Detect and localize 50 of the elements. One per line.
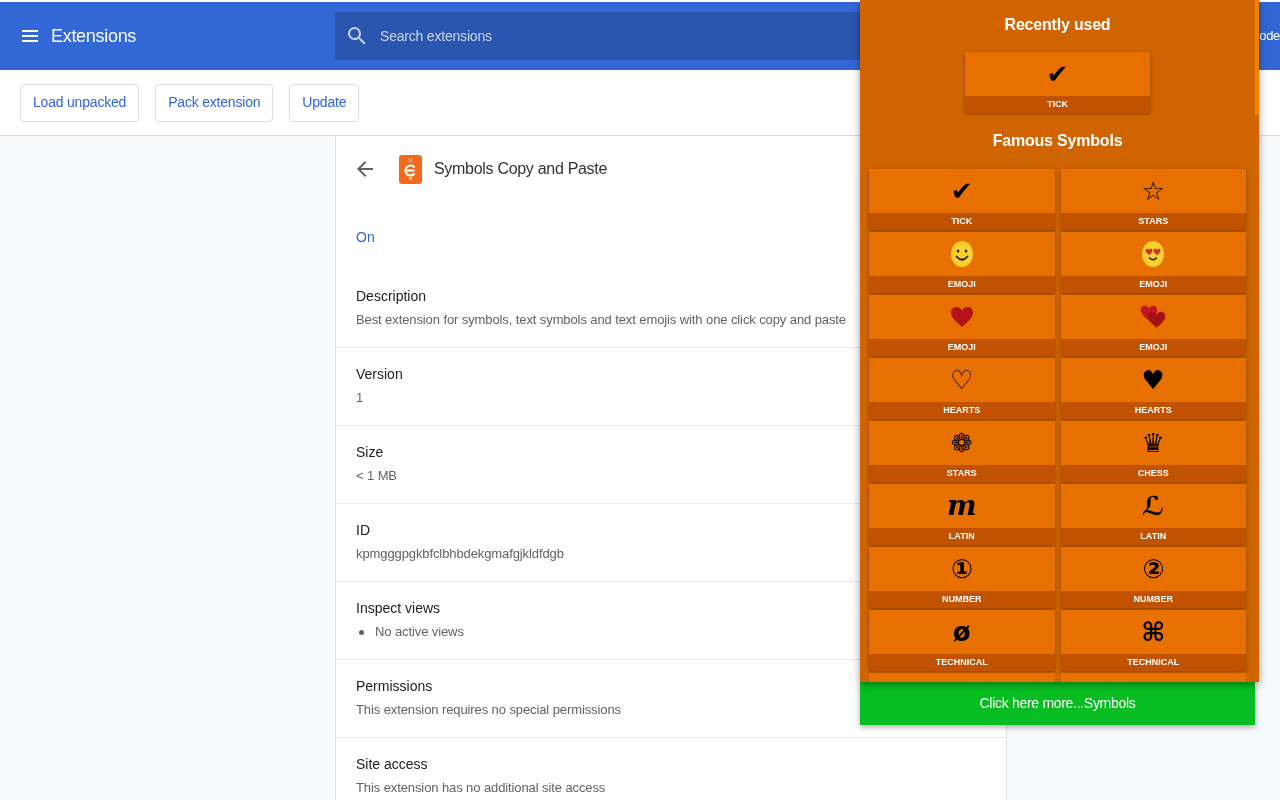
toolbar-button[interactable]: Update	[289, 83, 360, 122]
extension-logo-icon	[399, 154, 422, 184]
symbol-tile[interactable]: EMOJI	[1060, 232, 1246, 293]
section-value: Best extension for symbols, text symbols and text emojis with one click copy and paste	[356, 311, 846, 329]
section-label: Inspect views	[356, 599, 441, 618]
symbol-tile[interactable]	[869, 673, 1055, 682]
section-label: Site access	[356, 755, 428, 774]
header-label: ode	[1259, 27, 1280, 45]
symbol-tile[interactable]: EMOJI	[869, 232, 1055, 293]
two-hearts-icon	[1140, 305, 1167, 329]
symbol-tile[interactable]: ℒ LATIN	[1060, 484, 1246, 545]
symbol-tile[interactable]: ⌘ TECHNICAL	[1060, 610, 1246, 671]
section-label: Version	[356, 365, 403, 384]
symbol-tile[interactable]: ø TECHNICAL	[869, 610, 1055, 671]
symbol-tile[interactable]: ❁ STARS	[869, 421, 1055, 482]
symbol-tile[interactable]: ✔ TICK	[869, 169, 1055, 230]
section-label: Description	[356, 287, 427, 306]
symbol-tile[interactable]: ♡ HEARTS	[869, 358, 1055, 419]
back-arrow-icon	[357, 161, 373, 177]
list-item-text: No active views	[375, 623, 464, 641]
section-label: Size	[356, 443, 384, 462]
status-text: On	[356, 228, 375, 247]
symbol-tile[interactable]: ♛ CHESS	[1060, 421, 1246, 482]
toolbar-button[interactable]: Load unpacked	[20, 83, 140, 122]
toolbar-button[interactable]: Pack extension	[155, 83, 274, 122]
extension-title: Symbols Copy and Paste	[434, 159, 608, 179]
heart-eyes-smiley-icon	[1142, 241, 1165, 267]
symbol-tile[interactable]: ② NUMBER	[1060, 547, 1246, 608]
symbol-tile[interactable]	[1060, 673, 1246, 682]
menu-icon	[22, 30, 38, 42]
symbol-tile[interactable]: m LATIN	[869, 484, 1055, 545]
symbol-tile[interactable]: ① NUMBER	[869, 547, 1055, 608]
section-value: kpmgggpgkbfclbhbdekgmafgjkldfdgb	[356, 545, 564, 563]
symbol-tile[interactable]: ♥ HEARTS	[1060, 358, 1246, 419]
section-label: ID	[356, 521, 370, 540]
symbol-tile[interactable]: EMOJI	[869, 295, 1055, 356]
heart-icon	[949, 306, 974, 328]
symbol-tile[interactable]: EMOJI	[1060, 295, 1246, 356]
smiley-icon	[950, 241, 973, 267]
bullet-icon	[359, 629, 364, 635]
section-value: This extension has no additional site access	[356, 779, 606, 797]
page-title: Extensions	[51, 25, 137, 48]
section-value: 1	[356, 389, 364, 407]
section-label: Permissions	[356, 677, 433, 696]
search-icon	[348, 27, 366, 45]
section-value: This extension requires no special permissions	[356, 701, 621, 719]
section-title: Famous Symbols	[992, 131, 1123, 151]
symbol-tile[interactable]: ☆ STARS	[1060, 169, 1246, 230]
symbol-tile[interactable]: ✔ TICK	[965, 52, 1150, 113]
section-value: < 1 MB	[356, 467, 397, 485]
